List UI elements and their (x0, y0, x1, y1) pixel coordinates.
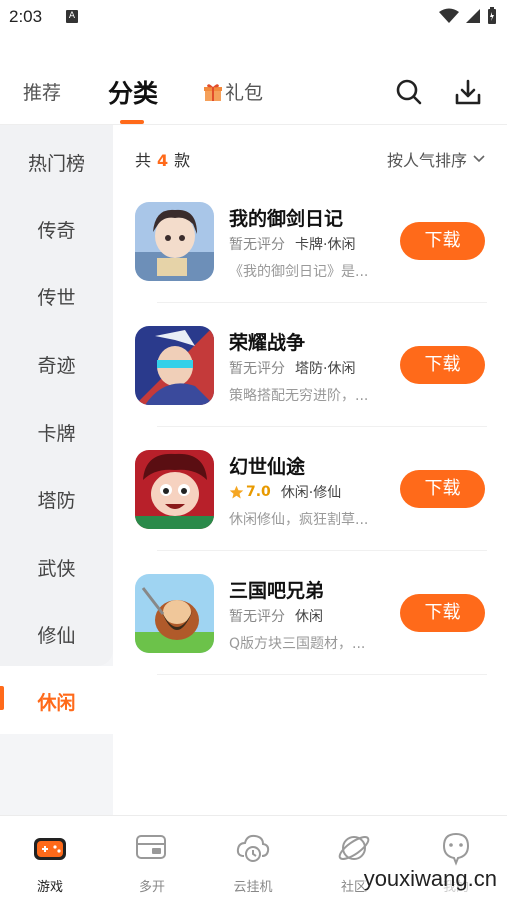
download-button[interactable]: 下载 (400, 470, 485, 508)
profile-icon (442, 832, 470, 866)
tab-category[interactable]: 分类 (108, 74, 158, 110)
game-tags: 休闲 (295, 609, 323, 625)
wifi-icon (439, 8, 459, 23)
notification-icon: A (66, 10, 78, 23)
list-divider (157, 674, 487, 675)
nav-label: 云挂机 (233, 880, 273, 895)
game-name: 我的御剑日记 (229, 208, 344, 230)
status-time: 2:03 (9, 7, 43, 26)
download-button[interactable]: 下载 (400, 222, 485, 260)
list-divider (157, 426, 487, 427)
top-tabs: 推荐 分类 礼包 (0, 64, 507, 124)
game-icon-huanshi[interactable] (135, 450, 214, 529)
sidebar-item-wuxia[interactable]: 武侠 (0, 554, 113, 581)
list-divider (157, 302, 487, 303)
download-icon[interactable] (454, 78, 482, 106)
game-rating: 7.0 (229, 484, 271, 500)
game-icon-rongyao[interactable] (135, 326, 214, 405)
game-name: 荣耀战争 (229, 332, 306, 354)
battery-icon (488, 7, 496, 24)
sidebar-item-xiuxian[interactable]: 修仙 (0, 621, 113, 648)
sidebar-item-miracle[interactable]: 奇迹 (0, 351, 113, 378)
rating-score: 7.0 (246, 484, 271, 500)
game-name: 幻世仙途 (229, 456, 306, 478)
download-button[interactable]: 下载 (400, 594, 485, 632)
game-icon-yujian[interactable] (135, 202, 214, 281)
game-description: 策略搭配无穷进阶，... (229, 388, 369, 404)
game-list-item[interactable]: 幻世仙途 7.0 休闲·修仙 休闲修仙，疯狂割草... 下载 (113, 450, 507, 574)
category-sidebar: 热门榜 传奇 传世 奇迹 卡牌 塔防 武侠 修仙 休闲 (0, 125, 113, 815)
multi-window-icon (136, 835, 166, 859)
gamepad-icon (34, 838, 66, 860)
game-rating: 暂无评分 (229, 361, 285, 377)
sort-dropdown[interactable]: 按人气排序 (387, 147, 485, 171)
nav-label: 多开 (138, 880, 165, 895)
game-description: 《我的御剑日记》是... (229, 264, 369, 280)
game-list-item[interactable]: 我的御剑日记 暂无评分 卡牌·休闲 《我的御剑日记》是... 下载 (113, 202, 507, 326)
sidebar-item-casual[interactable]: 休闲 (0, 688, 113, 715)
nav-item-games[interactable]: 游戏 (10, 830, 90, 895)
nav-item-multi-open[interactable]: 多开 (112, 830, 192, 895)
planet-icon (338, 836, 370, 860)
list-divider (157, 550, 487, 551)
star-icon (229, 485, 244, 498)
sort-label: 按人气排序 (386, 151, 467, 170)
search-icon[interactable] (395, 78, 423, 106)
game-count: 共4款 (135, 151, 191, 170)
sidebar-item-card[interactable]: 卡牌 (0, 419, 113, 446)
status-bar: 2:03 A (0, 0, 507, 36)
sidebar-item-hot[interactable]: 热门榜 (0, 149, 113, 176)
game-meta: 暂无评分 休闲 (229, 606, 323, 626)
game-meta: 7.0 休闲·修仙 (229, 482, 341, 502)
tab-recommend[interactable]: 推荐 (23, 78, 61, 105)
chevron-down-icon (473, 155, 485, 163)
game-icon-sanguo[interactable] (135, 574, 214, 653)
gift-icon (204, 83, 222, 101)
game-tags: 休闲·修仙 (280, 485, 342, 501)
game-name: 三国吧兄弟 (229, 580, 325, 602)
game-list-panel: 共4款 按人气排序 我的御剑日记 暂无评分 卡牌·休闲 《我的御剑日记》是...… (113, 125, 507, 815)
sidebar-item-tower-defense[interactable]: 塔防 (0, 486, 113, 513)
tab-gift-label: 礼包 (225, 82, 264, 104)
tab-gift[interactable]: 礼包 (203, 78, 263, 105)
status-icons (439, 7, 497, 25)
game-description: Q版方块三国题材，... (229, 636, 366, 652)
game-list-item[interactable]: 荣耀战争 暂无评分 塔防·休闲 策略搭配无穷进阶，... 下载 (113, 326, 507, 450)
sidebar-active-indicator (0, 686, 4, 710)
game-tags: 卡牌·休闲 (295, 237, 356, 253)
download-button[interactable]: 下载 (400, 346, 485, 384)
game-rating: 暂无评分 (229, 237, 285, 253)
game-meta: 暂无评分 塔防·休闲 (229, 358, 355, 378)
sidebar-item-legend[interactable]: 传奇 (0, 216, 113, 243)
signal-icon (466, 9, 480, 23)
game-meta: 暂无评分 卡牌·休闲 (229, 234, 355, 254)
game-description: 休闲修仙，疯狂割草... (229, 512, 369, 528)
game-count-number: 4 (157, 151, 169, 170)
nav-item-cloud[interactable]: 云挂机 (213, 830, 293, 895)
sidebar-item-chuanshi[interactable]: 传世 (0, 283, 113, 310)
watermark-text: youxiwang.cn (363, 866, 497, 892)
game-rating: 暂无评分 (229, 609, 285, 625)
game-list-item[interactable]: 三国吧兄弟 暂无评分 休闲 Q版方块三国题材，... 下载 (113, 574, 507, 698)
game-tags: 塔防·休闲 (295, 361, 356, 377)
cloud-clock-icon (236, 834, 270, 862)
nav-label: 游戏 (36, 880, 63, 895)
